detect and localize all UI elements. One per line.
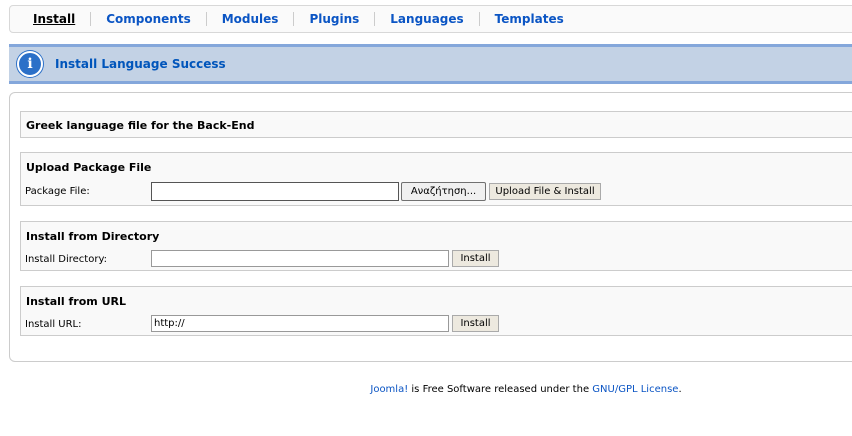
install-directory-input[interactable]: [151, 250, 449, 267]
tab-plugins[interactable]: Plugins: [293, 12, 374, 26]
tab-modules[interactable]: Modules: [205, 12, 294, 26]
url-title: Install from URL: [26, 295, 126, 308]
package-file-label: Package File:: [25, 186, 90, 197]
install-panel: Greek language file for the Back-End Upl…: [9, 92, 852, 362]
license-link[interactable]: GNU/GPL License: [592, 384, 678, 395]
footer: Joomla! is Free Software released under …: [0, 384, 852, 395]
upload-title: Upload Package File: [26, 161, 152, 174]
joomla-link[interactable]: Joomla!: [370, 384, 408, 395]
browse-button[interactable]: Αναζήτηση...: [401, 182, 486, 201]
tab-install[interactable]: Install: [10, 12, 90, 26]
message-text: Install Language Success: [55, 57, 226, 71]
install-directory-label: Install Directory:: [25, 254, 108, 265]
tab-templates[interactable]: Templates: [478, 12, 579, 26]
result-description: Greek language file for the Back-End: [26, 119, 255, 132]
footer-text: is Free Software released under the: [408, 384, 593, 395]
info-icon: i: [17, 51, 43, 77]
url-section: Install from URL Install URL: Install: [20, 286, 852, 336]
result-section: Greek language file for the Back-End: [20, 111, 852, 138]
success-message: i Install Language Success: [9, 44, 852, 84]
directory-title: Install from Directory: [26, 230, 160, 243]
package-file-input[interactable]: [151, 182, 399, 201]
install-url-input[interactable]: [151, 315, 449, 332]
upload-section: Upload Package File Package File: Αναζήτ…: [20, 152, 852, 206]
upload-install-button[interactable]: Upload File & Install: [489, 183, 601, 200]
install-url-button[interactable]: Install: [452, 315, 499, 332]
submenu-tabs: Install Components Modules Plugins Langu…: [9, 5, 852, 33]
footer-period: .: [678, 384, 682, 395]
tab-components[interactable]: Components: [90, 12, 206, 26]
directory-section: Install from Directory Install Directory…: [20, 221, 852, 271]
install-directory-button[interactable]: Install: [452, 250, 499, 267]
install-url-label: Install URL:: [25, 319, 82, 330]
tab-languages[interactable]: Languages: [374, 12, 478, 26]
